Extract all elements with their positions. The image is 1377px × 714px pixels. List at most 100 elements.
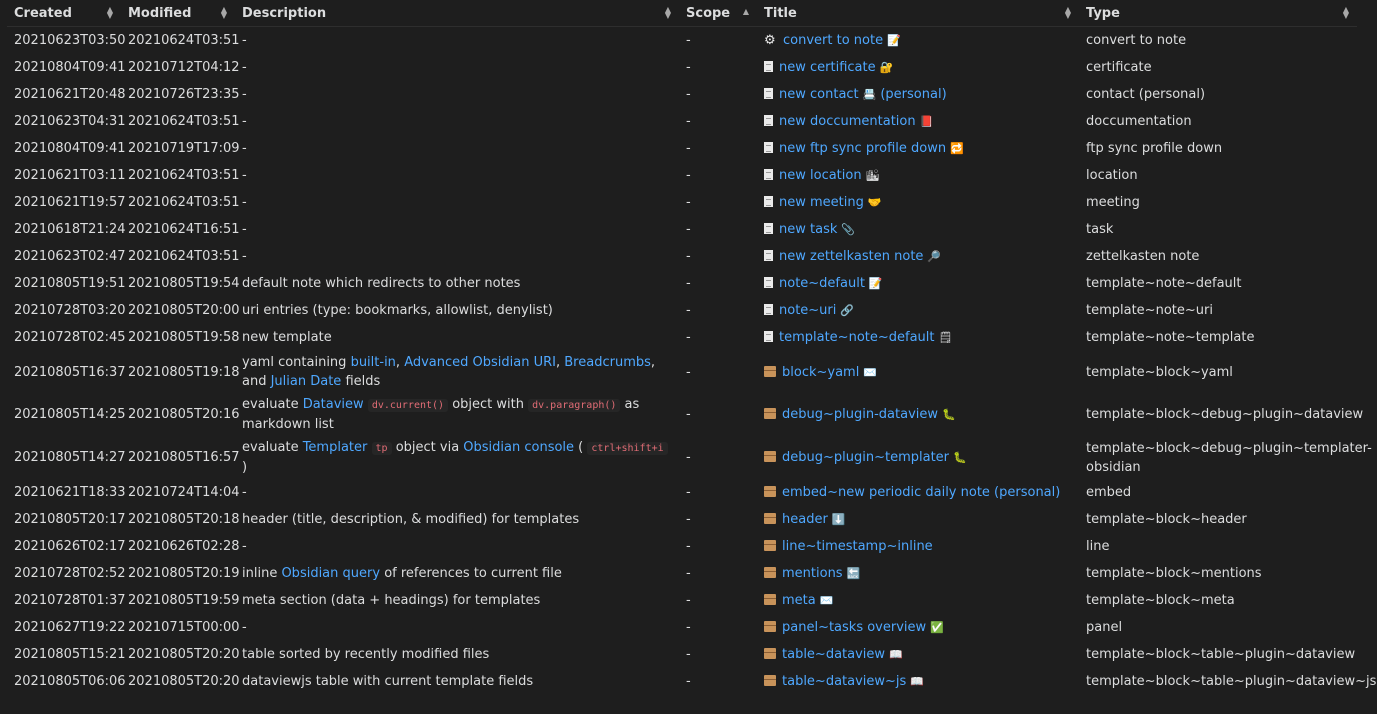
title-link[interactable]: meta — [782, 593, 816, 608]
title-link[interactable]: note~uri — [779, 303, 836, 318]
title-emoji-icon: 🤝 — [867, 196, 882, 209]
created-cell: 20210805T16:37 — [14, 364, 126, 380]
description-cell: table sorted by recently modified files — [235, 641, 679, 668]
table-row: 20210728T01:37 20210805T19:59 meta section… — [7, 587, 1357, 614]
title-cell: mentions 🔙 — [757, 560, 1079, 587]
title-emoji-icon: 🐛 — [953, 451, 967, 464]
type-cell: ftp sync profile down — [1086, 141, 1223, 156]
created-cell: 20210728T03:20 — [14, 303, 126, 318]
type-cell: doccumentation — [1086, 114, 1192, 129]
description-link[interactable]: Obsidian console — [463, 440, 574, 455]
sort-both-icon: ▲ ▼ — [664, 5, 671, 20]
description-link[interactable]: Templater — [303, 440, 368, 455]
type-cell: template~block~debug~plugin~templater-ob… — [1086, 440, 1372, 475]
title-link[interactable]: debug~plugin~templater — [782, 450, 949, 465]
table-row: 20210728T02:45 20210805T19:58 new template… — [7, 324, 1357, 351]
description-cell: evaluate Templater tp object via Obsidia… — [235, 436, 679, 479]
title-link[interactable]: new task — [779, 222, 837, 237]
title-link[interactable]: mentions — [782, 566, 843, 581]
table-header: Created ▲ ▼ Modified ▲ ▼ Description ▲ ▼ Scope… — [7, 0, 1357, 27]
created-cell: 20210623T04:31 — [14, 114, 126, 129]
type-cell: template~block~table~plugin~dataview — [1086, 647, 1356, 662]
title-link[interactable]: table~dataview — [782, 647, 885, 662]
document-icon — [764, 142, 773, 153]
title-link-suffix[interactable]: (personal) — [880, 87, 946, 102]
title-emoji-icon: 🐛 — [942, 408, 956, 421]
type-cell: template~note~template — [1086, 330, 1255, 345]
title-link[interactable]: header — [782, 512, 828, 527]
title-link[interactable]: block~yaml — [782, 365, 859, 380]
table-body: 20210623T03:50 20210624T03:51- - ⚙ convert t… — [7, 27, 1376, 696]
scope-cell: - — [686, 33, 691, 48]
title-link[interactable]: convert to note — [783, 33, 883, 48]
modified-cell: 20210624T03:51 — [128, 195, 240, 210]
created-cell: 20210805T06:06 — [14, 674, 126, 689]
title-link[interactable]: panel~tasks overview — [782, 620, 926, 635]
title-cell: new meeting 🤝 — [757, 189, 1079, 216]
description-link[interactable]: built-in — [351, 355, 396, 370]
box-icon — [764, 675, 776, 686]
title-link[interactable]: new meeting — [779, 195, 864, 210]
title-link[interactable]: new certificate — [779, 60, 876, 75]
description-text: - — [242, 620, 247, 635]
table-row: 20210805T14:25 20210805T20:16 evaluate Dat… — [7, 393, 1363, 436]
description-cell: default note which redirects to other no… — [235, 270, 679, 297]
title-link[interactable]: line~timestamp~inline — [782, 539, 933, 554]
description-text: ) — [242, 460, 248, 475]
description-link[interactable]: Julian Date — [271, 374, 342, 389]
type-cell: contact (personal) — [1086, 87, 1206, 102]
column-header-description[interactable]: Description ▲ ▼ — [235, 0, 679, 27]
title-cell: new ftp sync profile down 🔁 — [757, 135, 1079, 162]
description-text: - — [242, 168, 247, 183]
title-link[interactable]: new contact — [779, 87, 859, 102]
created-cell: 20210621T20:48 — [14, 87, 126, 102]
column-label: Type — [1086, 5, 1120, 21]
created-cell: 20210805T14:25 — [14, 407, 126, 422]
description-cell: - — [235, 479, 679, 506]
title-cell: ⚙ convert to note 📝 — [757, 27, 1079, 55]
title-link[interactable]: new location — [779, 168, 862, 183]
column-header-created[interactable]: Created ▲ ▼ — [7, 0, 121, 27]
column-header-scope[interactable]: Scope ▲ — [679, 0, 757, 27]
box-icon — [764, 486, 776, 497]
title-emoji-icon: 🔁 — [950, 142, 964, 155]
scope-cell: - — [686, 364, 691, 380]
title-cell: meta ✉️ — [757, 587, 1079, 614]
description-text: evaluate — [242, 440, 303, 455]
title-link[interactable]: new ftp sync profile down — [779, 141, 946, 156]
description-link[interactable]: Dataview — [303, 397, 364, 412]
document-icon — [764, 304, 773, 315]
document-icon — [764, 115, 773, 126]
title-link[interactable]: new zettelkasten note — [779, 249, 923, 264]
title-link[interactable]: new doccumentation — [779, 114, 916, 129]
title-link[interactable]: note~default — [779, 276, 865, 291]
column-header-type[interactable]: Type ▲ ▼ — [1079, 0, 1357, 27]
description-link[interactable]: Advanced Obsidian URI — [404, 355, 556, 370]
column-header-modified[interactable]: Modified ▲ ▼ — [121, 0, 235, 27]
description-text: meta section (data + headings) for templ… — [242, 593, 541, 608]
modified-cell: 20210805T19:18 — [128, 364, 240, 380]
title-cell: new contact 📇 (personal) — [757, 81, 1079, 108]
title-link[interactable]: table~dataview~js — [782, 674, 906, 689]
type-cell: task — [1086, 222, 1114, 237]
type-cell: embed — [1086, 485, 1132, 500]
table-row: 20210627T19:22 20210715T00:00- - panel~task… — [7, 614, 1357, 641]
title-emoji-icon: ✉️ — [863, 365, 878, 379]
description-link[interactable]: Breadcrumbs — [564, 355, 651, 370]
description-link[interactable]: Obsidian query — [281, 566, 380, 581]
description-text: ( — [574, 440, 588, 455]
scope-cell: - — [686, 222, 691, 237]
table-row: 20210805T19:51 20210805T19:54 default note… — [7, 270, 1357, 297]
scope-cell: - — [686, 620, 691, 635]
table-row: 20210728T03:20 20210805T20:00 uri entries … — [7, 297, 1357, 324]
modified-cell: 20210624T16:51 — [128, 222, 240, 237]
title-link[interactable]: debug~plugin-dataview — [782, 407, 938, 422]
type-cell: panel — [1086, 620, 1123, 635]
title-link[interactable]: template~note~default — [779, 330, 935, 345]
templates-table: Created ▲ ▼ Modified ▲ ▼ Description ▲ ▼ Scope… — [7, 0, 1376, 696]
title-cell: template~note~default 🗒 — [757, 324, 1079, 351]
title-emoji-icon: 🔎 — [927, 250, 942, 263]
title-link[interactable]: embed~new periodic daily note (personal) — [782, 485, 1060, 500]
description-cell: - — [235, 162, 679, 189]
column-header-title[interactable]: Title ▲ ▼ — [757, 0, 1079, 27]
